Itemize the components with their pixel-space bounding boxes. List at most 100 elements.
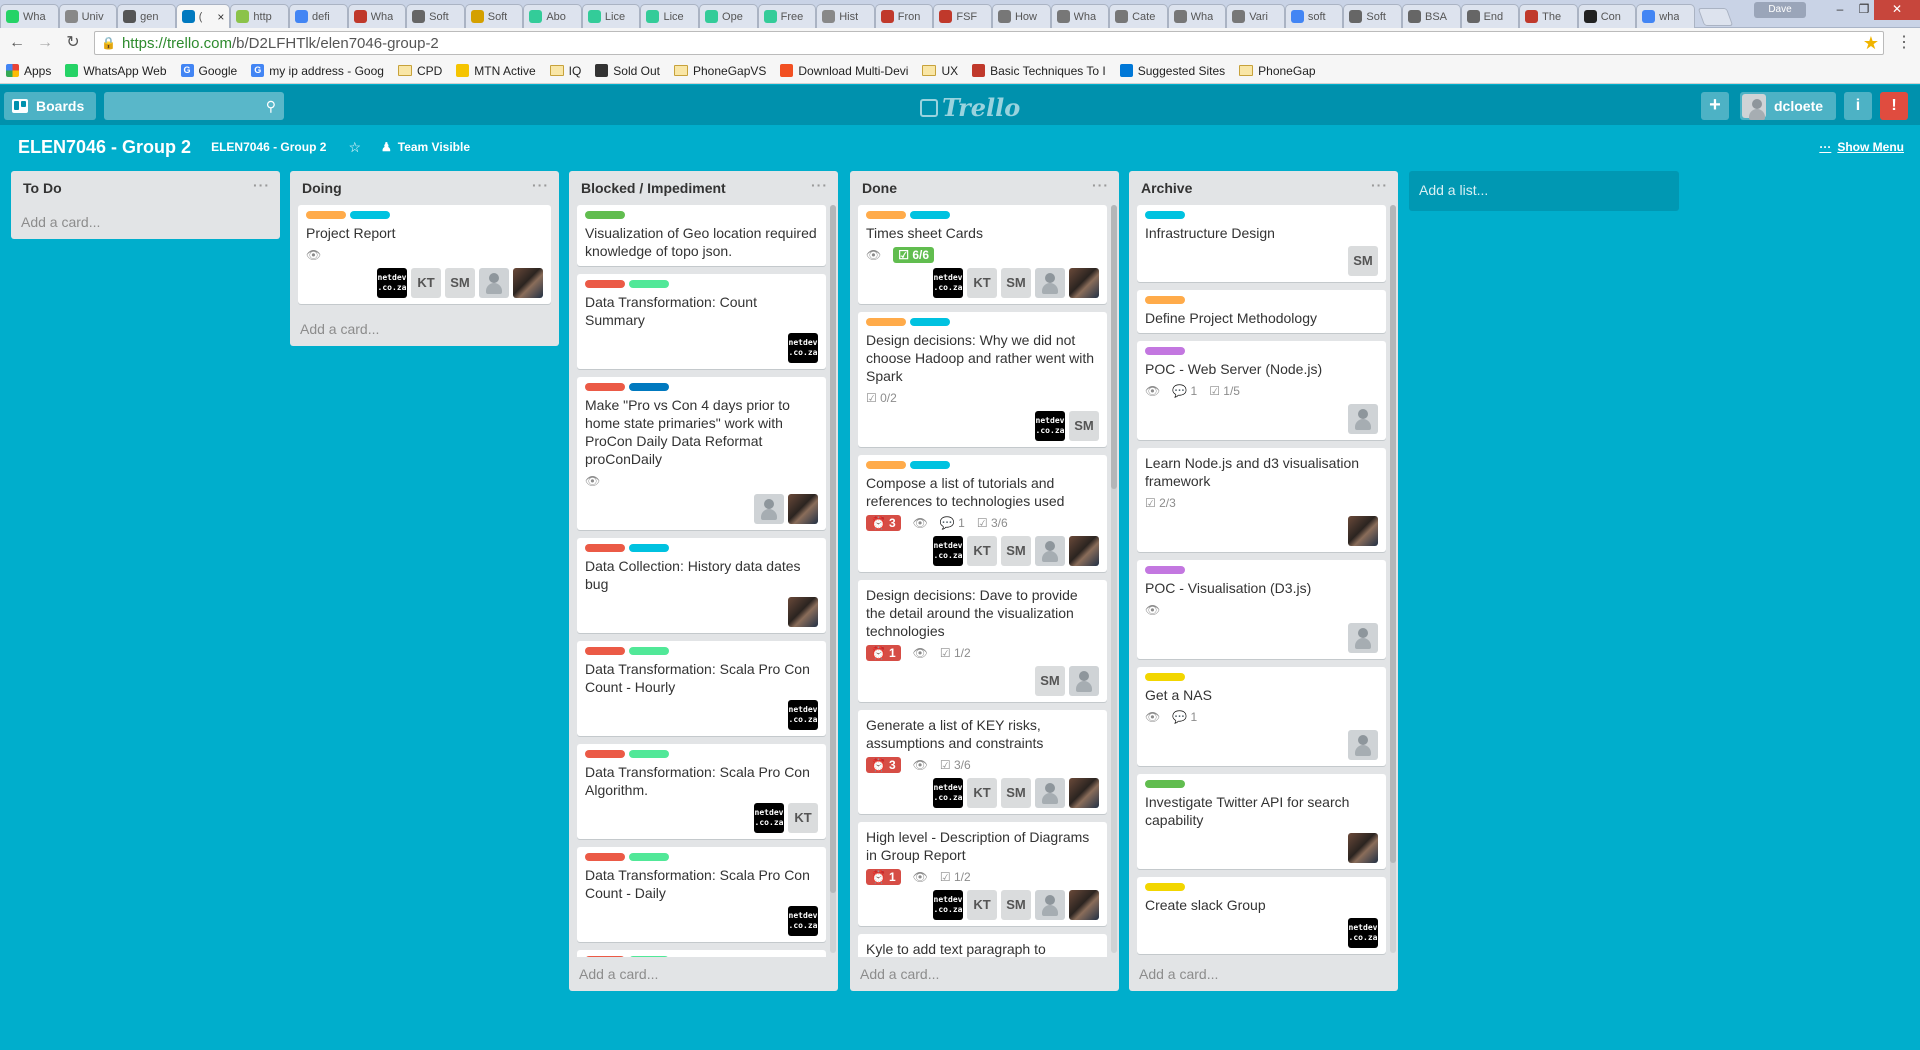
list-header[interactable]: Done ··· [850, 171, 1119, 205]
tab[interactable]: http [230, 4, 289, 28]
member-netdev-avatar[interactable]: netdev .co.za [377, 268, 407, 298]
card[interactable]: Define Project Methodology [1137, 290, 1386, 333]
tab[interactable]: wha [1636, 4, 1695, 28]
add-card-button[interactable]: Add a card... [569, 957, 838, 991]
card[interactable]: Infrastructure Design SM [1137, 205, 1386, 282]
tab[interactable]: Free [757, 4, 817, 28]
member-initials-kt[interactable]: KT [967, 890, 997, 920]
tab[interactable]: Lice [640, 4, 700, 28]
card[interactable]: Design decisions: Dave to provide the de… [858, 580, 1107, 702]
member-netdev-avatar[interactable]: netdev .co.za [788, 906, 818, 936]
member-default-avatar[interactable] [1069, 666, 1099, 696]
tab[interactable]: soft [1284, 4, 1344, 28]
card[interactable]: Visualization of Geo location required k… [577, 205, 826, 266]
add-card-button[interactable]: Add a card... [1129, 957, 1398, 991]
member-initials-sm[interactable]: SM [1001, 268, 1031, 298]
member-photo-avatar[interactable] [1069, 778, 1099, 808]
bookmark-star-icon[interactable]: ★ [1863, 32, 1879, 54]
card[interactable]: Get a NAS 👁 💬 1 [1137, 667, 1386, 766]
tab[interactable]: Soft [1343, 4, 1402, 28]
tab[interactable]: Ope [699, 4, 758, 28]
tab[interactable]: How [991, 4, 1051, 28]
member-default-avatar[interactable] [1348, 404, 1378, 434]
member-initials-kt[interactable]: KT [967, 778, 997, 808]
tab[interactable]: BSA [1401, 4, 1461, 28]
member-default-avatar[interactable] [1348, 623, 1378, 653]
profile-button[interactable]: Dave [1754, 2, 1806, 18]
tab[interactable]: Con [1577, 4, 1637, 28]
tab[interactable]: Wha [1167, 4, 1227, 28]
tab[interactable]: End [1460, 4, 1520, 28]
member-initials-kt[interactable]: KT [788, 803, 818, 833]
card[interactable]: Generate a list of KEY risks, assumption… [858, 710, 1107, 814]
member-default-avatar[interactable] [1035, 890, 1065, 920]
bookmark-item[interactable]: PhoneGap [1239, 64, 1316, 78]
member-netdev-avatar[interactable]: netdev .co.za [933, 778, 963, 808]
card[interactable]: Data Transformation: Scala Word Count [577, 950, 826, 957]
list-header[interactable]: Archive ··· [1129, 171, 1398, 205]
add-button[interactable]: + [1701, 92, 1729, 120]
forward-icon[interactable]: → [34, 32, 56, 54]
member-initials-sm[interactable]: SM [1348, 246, 1378, 276]
back-icon[interactable]: ← [6, 32, 28, 54]
member-photo-avatar[interactable] [788, 494, 818, 524]
member-photo-avatar[interactable] [1069, 268, 1099, 298]
tab[interactable]: FSF [933, 4, 992, 28]
tab[interactable]: Hist [816, 4, 875, 28]
tab[interactable]: The [1519, 4, 1578, 28]
member-initials-kt[interactable]: KT [967, 268, 997, 298]
list-scrollbar[interactable] [1390, 205, 1396, 953]
show-menu-button[interactable]: ··· Show Menu [1819, 140, 1904, 154]
member-netdev-avatar[interactable]: netdev .co.za [933, 268, 963, 298]
notifications-button[interactable]: ! [1880, 92, 1908, 120]
bookmark-item[interactable]: Download Multi-Devi [780, 64, 908, 78]
member-initials-sm[interactable]: SM [1001, 890, 1031, 920]
tab-close-icon[interactable]: × [217, 10, 224, 24]
address-bar[interactable]: 🔒 https://trello.com/b/D2LFHTlk/elen7046… [94, 31, 1884, 55]
tab[interactable]: Wha [347, 4, 407, 28]
board-title[interactable]: ELEN7046 - Group 2 [18, 137, 191, 158]
member-netdev-avatar[interactable]: netdev .co.za [754, 803, 784, 833]
tab[interactable]: Soft [464, 4, 524, 28]
tab[interactable]: Abo [523, 4, 582, 28]
member-initials-sm[interactable]: SM [1001, 778, 1031, 808]
bookmark-item[interactable]: PhoneGapVS [674, 64, 766, 78]
card[interactable]: Data Transformation: Count Summary netdev… [577, 274, 826, 369]
member-photo-avatar[interactable] [1348, 516, 1378, 546]
card[interactable]: Create slack Group netdev .co.za [1137, 877, 1386, 954]
tab[interactable]: Cate [1109, 4, 1168, 28]
list-menu-icon[interactable]: ··· [811, 177, 828, 193]
bookmark-item[interactable]: MTN Active [456, 64, 536, 78]
search-input[interactable]: ⚲ [104, 92, 284, 120]
card[interactable]: Data Collection: History data dates bug [577, 538, 826, 633]
reload-icon[interactable]: ↻ [62, 32, 84, 54]
member-netdev-avatar[interactable]: netdev .co.za [1348, 918, 1378, 948]
member-default-avatar[interactable] [1035, 268, 1065, 298]
add-card-button[interactable]: Add a card... [11, 205, 280, 239]
member-default-avatar[interactable] [1035, 536, 1065, 566]
card[interactable]: Data Transformation: Scala Pro Con Count… [577, 847, 826, 942]
bookmark-item[interactable]: IQ [549, 64, 581, 78]
member-default-avatar[interactable] [754, 494, 784, 524]
list-menu-icon[interactable]: ··· [253, 177, 270, 193]
member-netdev-avatar[interactable]: netdev .co.za [788, 333, 818, 363]
member-initials-sm[interactable]: SM [1001, 536, 1031, 566]
member-initials-sm[interactable]: SM [445, 268, 475, 298]
list-menu-icon[interactable]: ··· [1371, 177, 1388, 193]
tab[interactable]: Wha [1050, 4, 1110, 28]
member-netdev-avatar[interactable]: netdev .co.za [1035, 411, 1065, 441]
member-photo-avatar[interactable] [1069, 536, 1099, 566]
browser-menu-icon[interactable]: ⋮ [1896, 32, 1912, 52]
card[interactable]: Kyle to add text paragraph to describe c… [858, 934, 1107, 957]
list-header[interactable]: Blocked / Impediment ··· [569, 171, 838, 205]
tab[interactable]: Lice [581, 4, 641, 28]
bookmark-item[interactable]: G Google [180, 64, 237, 78]
tab[interactable]: defi [289, 4, 348, 28]
trello-logo[interactable]: Trello [920, 93, 1020, 122]
tab[interactable]: Soft [406, 4, 465, 28]
add-card-button[interactable]: Add a card... [290, 312, 559, 346]
member-initials-kt[interactable]: KT [411, 268, 441, 298]
bookmark-item[interactable]: UX [922, 64, 958, 78]
bookmark-item[interactable]: CPD [397, 64, 442, 78]
card[interactable]: Data Transformation: Scala Pro Con Algor… [577, 744, 826, 839]
